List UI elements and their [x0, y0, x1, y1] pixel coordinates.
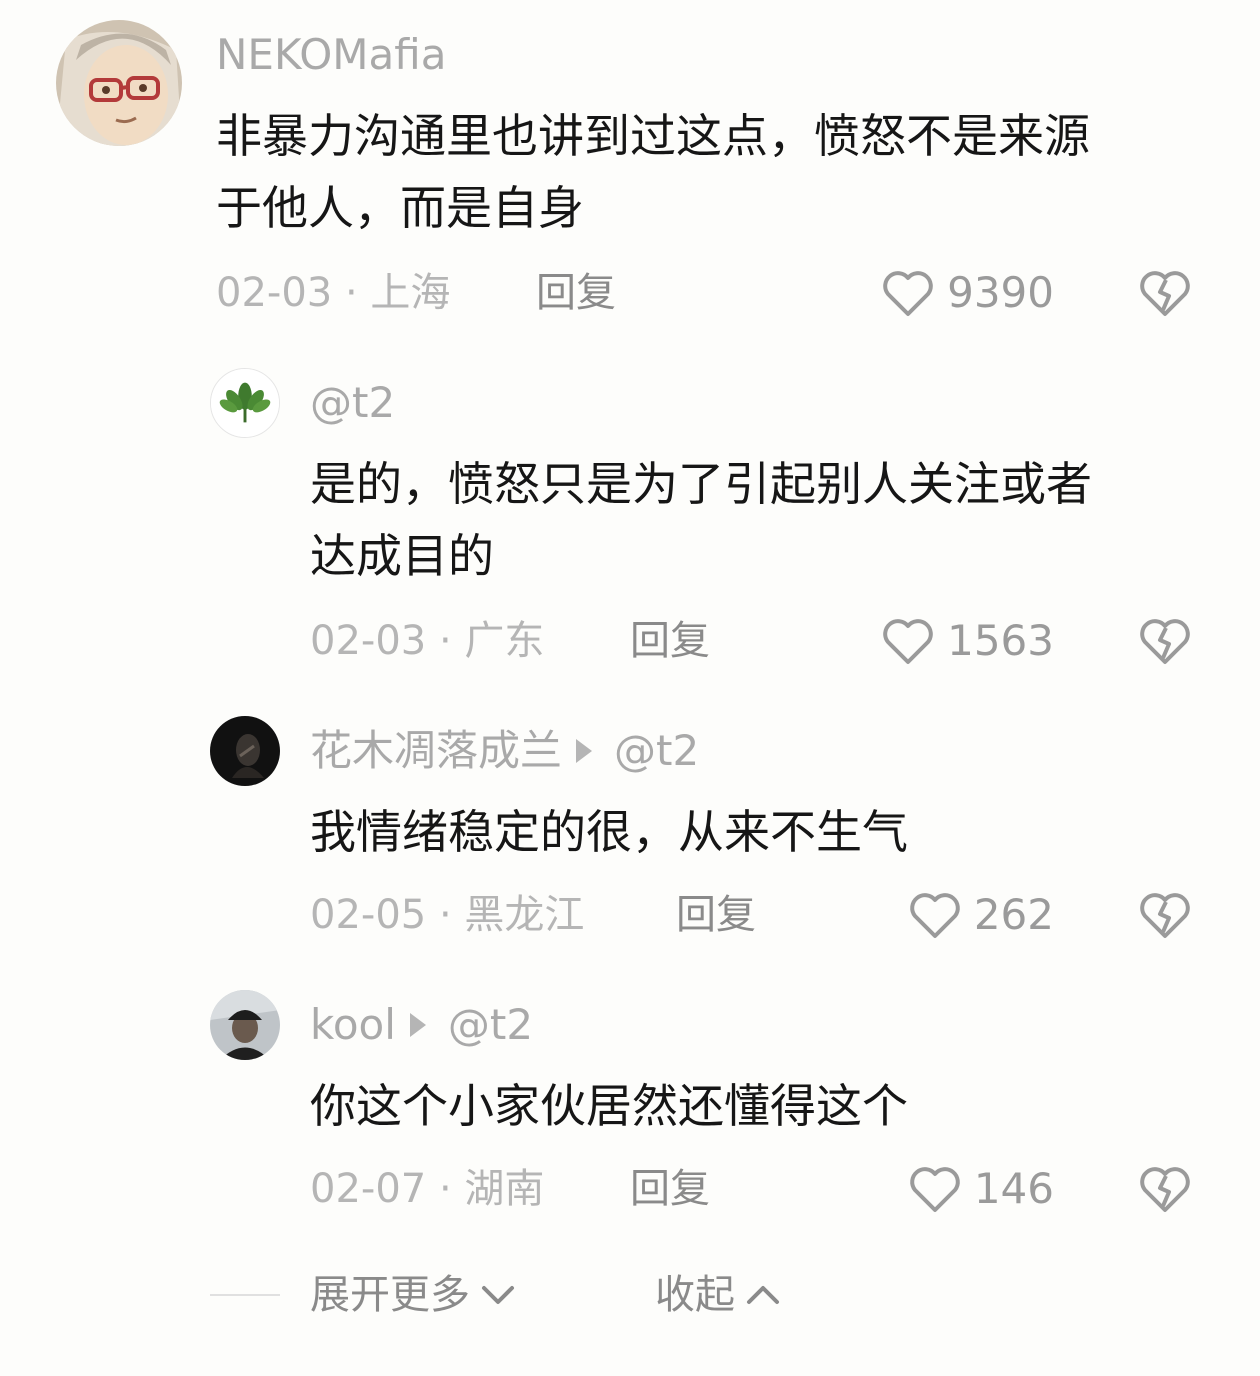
broken-heart-icon[interactable]: [1138, 616, 1192, 666]
commenter-name[interactable]: NEKOMafia: [216, 30, 446, 80]
collapse-label: 收起: [655, 1272, 735, 1318]
avatar[interactable]: [210, 368, 280, 438]
comment-text-line: 你这个小家伙居然还懂得这个: [310, 1079, 908, 1133]
expand-more-label: 展开更多: [310, 1272, 470, 1318]
meta-separator: ·: [438, 618, 452, 664]
comment-text-line: 达成目的: [310, 529, 494, 583]
comment-meta: 02-03 · 广东: [310, 616, 544, 666]
commenter-name-text: 花木凋落成兰: [310, 726, 563, 775]
comment-text-line: 是的，愤怒只是为了引起别人关注或者: [310, 457, 1092, 511]
comment-date: 02-03: [216, 270, 333, 316]
anime-avatar-image: [56, 20, 182, 146]
comment-text-line: 我情绪稳定的很，从来不生气: [310, 805, 908, 859]
avatar[interactable]: [210, 716, 280, 786]
comment-location: 广东: [464, 618, 545, 664]
meta-separator: ·: [438, 1166, 452, 1212]
comment-text: 我情绪稳定的很，从来不生气: [310, 796, 908, 868]
chevron-down-icon: [482, 1286, 514, 1304]
avatar[interactable]: [56, 20, 182, 146]
comment-location: 上海: [370, 270, 451, 316]
comment-meta: 02-05 · 黑龙江: [310, 890, 584, 940]
replies-footer: 展开更多 收起: [0, 1270, 1260, 1320]
heart-outline-icon: [910, 893, 960, 938]
commenter-name[interactable]: @t2: [310, 378, 395, 428]
like-count: 262: [973, 890, 1054, 939]
comment-date: 02-07: [310, 1166, 427, 1212]
play-triangle-icon: [409, 1012, 426, 1037]
reply-button[interactable]: 回复: [630, 616, 710, 666]
collapse-button[interactable]: 收起: [655, 1270, 783, 1320]
comment-date: 02-05: [310, 892, 427, 938]
like-button[interactable]: 262: [908, 890, 1054, 940]
commenter-name[interactable]: 花木凋落成兰 @t2: [310, 726, 699, 776]
like-button[interactable]: 1563: [881, 616, 1054, 666]
comment-text: 你这个小家伙居然还懂得这个: [310, 1070, 908, 1142]
comment-location: 湖南: [464, 1166, 545, 1212]
comment-text-line: 于他人，而是自身: [216, 181, 584, 235]
heart-outline-icon: [883, 619, 933, 664]
reply-button[interactable]: 回复: [536, 268, 616, 318]
comment-text-line: 非暴力沟通里也讲到过这点，愤怒不是来源: [216, 109, 1090, 163]
divider: [210, 1294, 280, 1296]
like-count: 1563: [947, 616, 1054, 665]
comment-text: 是的，愤怒只是为了引起别人关注或者 达成目的: [310, 448, 1092, 592]
comment-meta: 02-03 · 上海: [216, 268, 450, 318]
commenter-name[interactable]: kool @t2: [310, 1000, 533, 1050]
meta-separator: ·: [438, 892, 452, 938]
reply-target[interactable]: @t2: [614, 726, 699, 775]
person-in-cap-avatar-image: [210, 990, 280, 1060]
avatar[interactable]: [210, 990, 280, 1060]
meta-separator: ·: [344, 270, 358, 316]
broken-heart-icon[interactable]: [1138, 268, 1192, 318]
comment-date: 02-03: [310, 618, 427, 664]
commenter-name-text: kool: [310, 1000, 396, 1049]
broken-heart-icon[interactable]: [1138, 1164, 1192, 1214]
plant-avatar-image: [211, 369, 279, 437]
play-triangle-icon: [576, 738, 593, 763]
like-button[interactable]: 9390: [881, 268, 1054, 318]
like-count: 146: [973, 1164, 1054, 1213]
dark-portrait-avatar-image: [210, 716, 280, 786]
comment-text: 非暴力沟通里也讲到过这点，愤怒不是来源 于他人，而是自身: [216, 100, 1090, 244]
reply-target[interactable]: @t2: [448, 1000, 533, 1049]
reply-button[interactable]: 回复: [676, 890, 756, 940]
broken-heart-icon[interactable]: [1138, 890, 1192, 940]
comment-location: 黑龙江: [464, 892, 585, 938]
heart-outline-icon: [883, 271, 933, 316]
heart-outline-icon: [910, 1167, 960, 1212]
chevron-up-icon: [747, 1286, 779, 1304]
expand-more-button[interactable]: 展开更多: [310, 1270, 518, 1320]
reply-button[interactable]: 回复: [630, 1164, 710, 1214]
comment-meta: 02-07 · 湖南: [310, 1164, 544, 1214]
like-count: 9390: [947, 268, 1054, 317]
like-button[interactable]: 146: [908, 1164, 1054, 1214]
